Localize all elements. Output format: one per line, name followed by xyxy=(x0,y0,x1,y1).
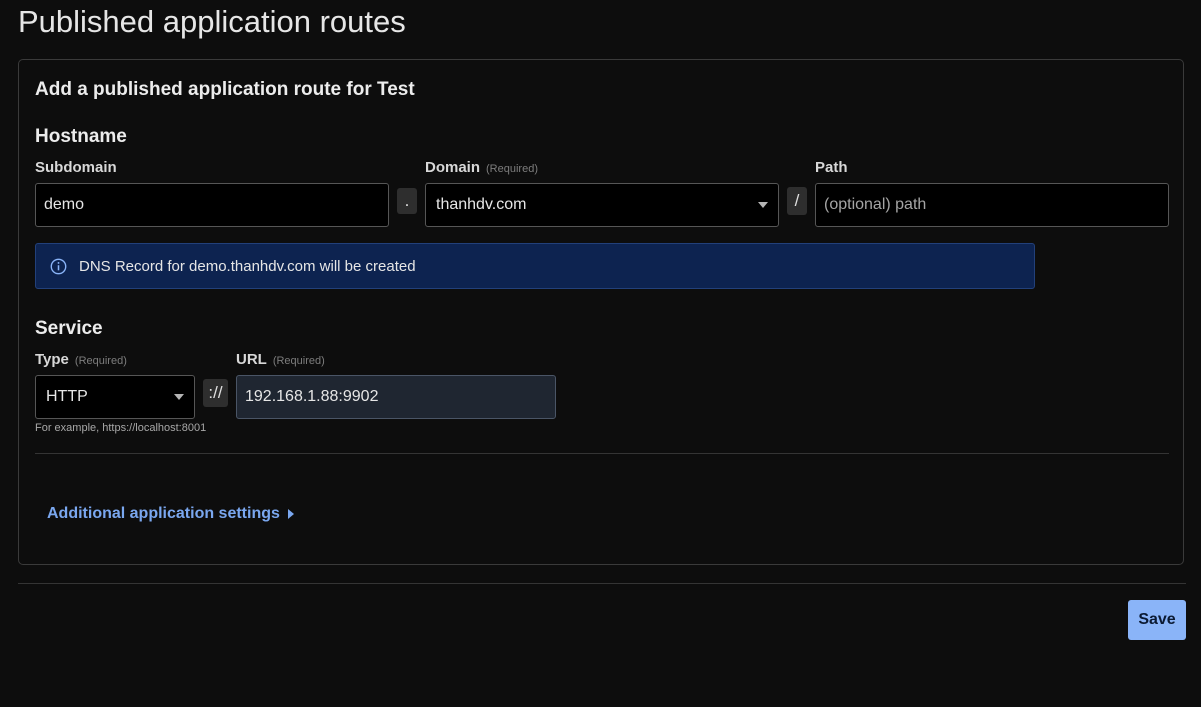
url-required-note: (Required) xyxy=(272,355,325,367)
slash-separator: / xyxy=(787,187,807,215)
save-button[interactable]: Save xyxy=(1128,600,1186,640)
url-label-text: URL xyxy=(236,351,267,368)
path-input[interactable] xyxy=(815,183,1169,227)
dns-info-banner: DNS Record for demo.thanhdv.com will be … xyxy=(35,243,1035,289)
scheme-separator: :// xyxy=(203,379,228,407)
service-section-title: Service xyxy=(35,318,103,339)
subdomain-label: Subdomain xyxy=(35,159,117,176)
chevron-down-icon xyxy=(758,202,768,208)
hostname-section-title: Hostname xyxy=(35,126,127,147)
add-route-card: Add a published application route for Te… xyxy=(18,59,1184,565)
url-input[interactable] xyxy=(236,375,556,419)
domain-label: Domain (Required) xyxy=(425,159,538,176)
domain-label-text: Domain xyxy=(425,159,481,176)
dns-info-text: DNS Record for demo.thanhdv.com will be … xyxy=(79,257,416,275)
dot-separator: . xyxy=(397,188,417,214)
domain-selected-value: thanhdv.com xyxy=(436,196,527,213)
type-required-note: (Required) xyxy=(74,355,127,367)
footer-divider xyxy=(18,583,1186,584)
type-label: Type (Required) xyxy=(35,351,127,368)
type-selected-value: HTTP xyxy=(46,388,88,405)
chevron-down-icon xyxy=(174,394,184,400)
type-label-text: Type xyxy=(35,351,69,368)
additional-settings-toggle[interactable]: Additional application settings xyxy=(47,505,294,523)
url-label: URL (Required) xyxy=(236,351,325,368)
additional-settings-label: Additional application settings xyxy=(47,505,280,522)
subdomain-input[interactable] xyxy=(35,183,389,227)
card-title: Add a published application route for Te… xyxy=(35,79,415,100)
path-label: Path xyxy=(815,159,848,176)
type-select[interactable]: HTTP xyxy=(35,375,195,419)
subdomain-label-text: Subdomain xyxy=(35,159,117,176)
domain-select[interactable]: thanhdv.com xyxy=(425,183,779,227)
section-divider xyxy=(35,453,1169,454)
info-icon xyxy=(50,258,67,274)
path-label-text: Path xyxy=(815,159,848,176)
url-example-hint: For example, https://localhost:8001 xyxy=(35,422,207,434)
page-title: Published application routes xyxy=(18,4,406,39)
chevron-right-icon xyxy=(287,509,294,519)
domain-required-note: (Required) xyxy=(486,163,538,175)
page: Published application routes Add a publi… xyxy=(0,0,1201,707)
